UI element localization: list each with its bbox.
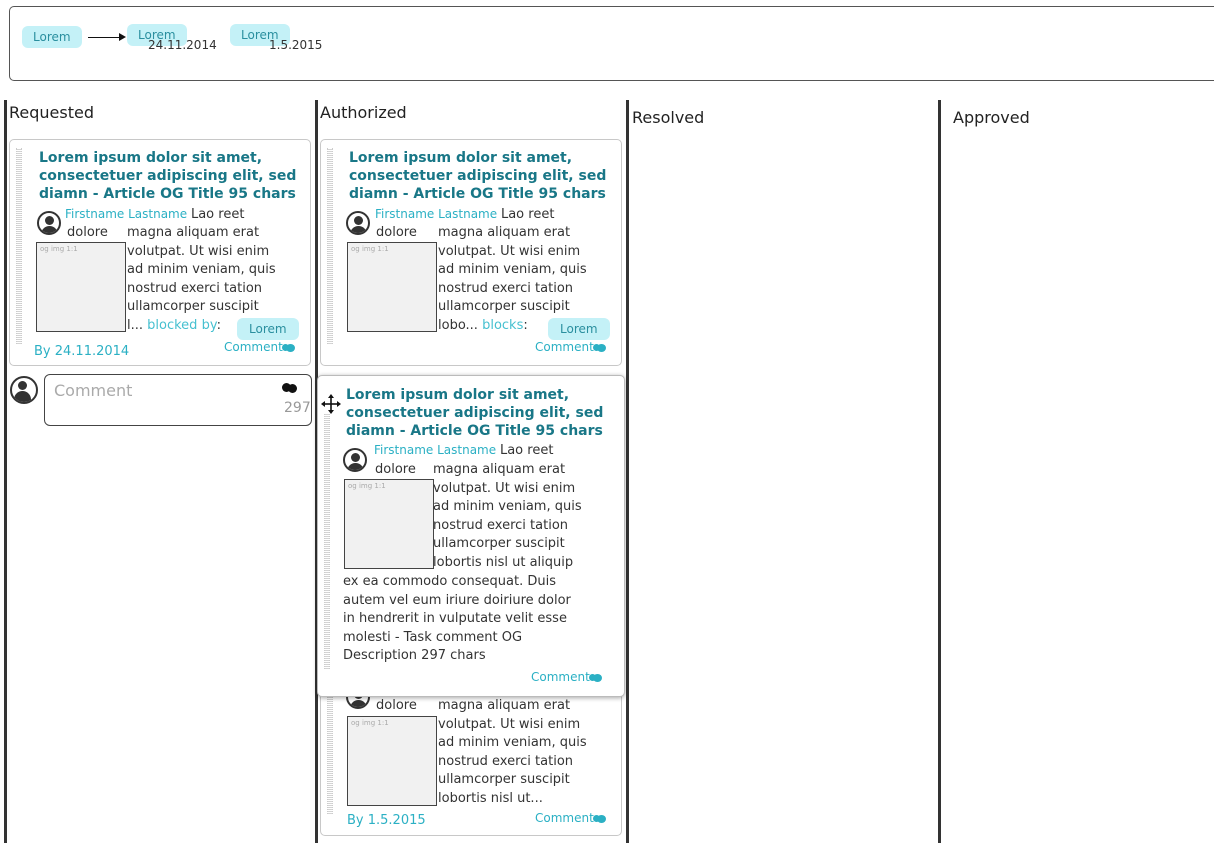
card-title[interactable]: Lorem ipsum dolor sit amet, consectetuer … [346,386,616,440]
task-card-requested[interactable]: Lorem ipsum dolor sit amet, consectetuer … [9,139,311,366]
task-card-dragging[interactable]: Lorem ipsum dolor sit amet, consectetuer … [317,375,625,697]
drag-handle[interactable] [16,148,22,344]
comment-bubble-icon [588,674,602,682]
comment-char-count: 297 [284,400,311,416]
column-title-requested: Requested [9,103,94,122]
blocks-chip[interactable]: Lorem [548,318,610,340]
timeline-date-2: 1.5.2015 [269,38,323,52]
column-divider-approved [938,100,941,843]
og-image: og img 1:1 [36,242,126,332]
move-icon[interactable] [321,394,341,414]
column-divider-requested [4,100,7,843]
drag-handle[interactable] [327,148,333,344]
due-date: By 1.5.2015 [347,813,426,828]
og-image: og img 1:1 [347,242,437,332]
blocked-by-chip[interactable]: Lorem [237,318,299,340]
comment-placeholder: Comment [54,381,133,400]
og-image: og img 1:1 [344,479,434,569]
timeline-date-1: 24.11.2014 [148,38,217,52]
comment-bubble-icon [281,344,295,352]
comment-bubble-icon [592,344,606,352]
avatar-icon [343,448,367,472]
card-description: magna aliquam erat volutpat. Ut wisi enim… [438,698,587,806]
author-name[interactable]: Firstname Lastname Lao reet [374,443,553,458]
og-image: og img 1:1 [347,716,437,806]
dolore-text: dolore [375,462,416,477]
comment-bubble-icon [592,815,606,823]
card-description: magna aliquam erat volutpat. Ut wisi enim… [433,462,582,570]
author-name[interactable]: Firstname Lastname Lao reet [65,207,244,222]
due-date: By 24.11.2014 [34,344,130,359]
avatar-icon [346,211,370,235]
column-title-approved: Approved [953,108,1030,127]
card-title[interactable]: Lorem ipsum dolor sit amet, consectetuer … [39,149,303,203]
comment-link[interactable]: Comment [535,811,606,825]
comment-bubble-icon [282,383,298,397]
comment-input[interactable]: Comment 297 [44,374,312,426]
comment-link[interactable]: Comment [531,670,602,684]
avatar-icon [37,211,61,235]
card-description-continued: ex ea commodo consequat. Duis autem vel e… [343,574,571,664]
blocks-link[interactable]: blocks [482,318,523,333]
column-title-authorized: Authorized [320,103,407,122]
column-divider-resolved [626,100,629,843]
dolore-text: dolore [376,698,417,713]
author-name[interactable]: Firstname Lastname Lao reet [375,207,554,222]
comment-link[interactable]: Comment [535,340,606,354]
comment-link[interactable]: Comment [224,340,295,354]
drag-handle[interactable] [324,414,330,669]
blocked-by-link[interactable]: blocked by [147,318,216,333]
timeline-chip-1[interactable]: Lorem [22,26,82,48]
task-card-authorized-1[interactable]: Lorem ipsum dolor sit amet, consectetuer … [320,139,622,366]
commenter-avatar-icon [10,376,38,404]
timeline-arrow [88,33,126,41]
column-title-resolved: Resolved [632,108,705,127]
card-title[interactable]: Lorem ipsum dolor sit amet, consectetuer … [349,149,613,203]
dolore-text: dolore [67,225,108,240]
dolore-text: dolore [376,225,417,240]
